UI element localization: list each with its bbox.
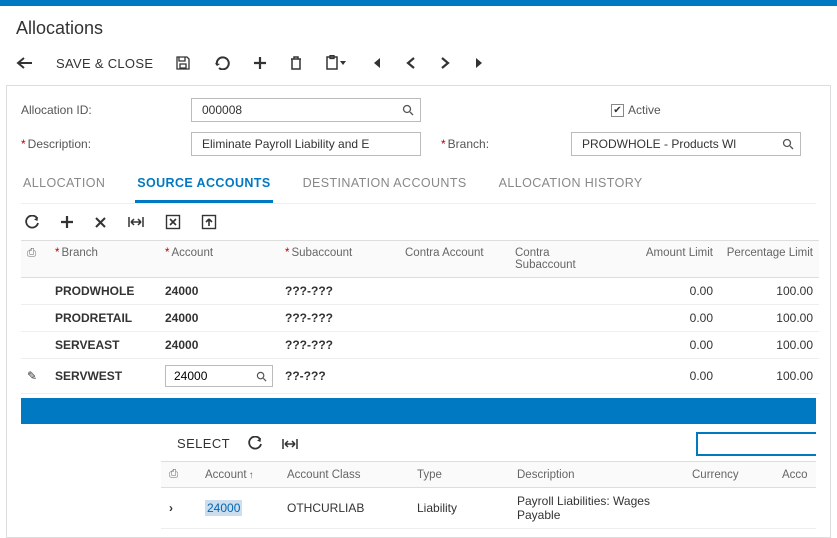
lookup-panel-header <box>21 398 816 424</box>
page-title: Allocations <box>0 6 837 49</box>
tab-allocation-history[interactable]: ALLOCATION HISTORY <box>497 166 645 203</box>
table-row[interactable]: PRODRETAIL 24000 ???-??? 0.00 100.00 <box>21 305 819 332</box>
col-account-class[interactable]: Account Class <box>279 462 409 488</box>
table-row-active[interactable]: ✎ SERVWEST ??-??? 0.00 100.00 <box>21 359 819 394</box>
account-value-selected: 24000 <box>205 500 242 516</box>
account-cell-editor[interactable] <box>165 365 273 387</box>
fit-columns-icon[interactable] <box>127 215 145 229</box>
prev-record-icon[interactable] <box>405 56 417 70</box>
col-account[interactable]: *Account <box>159 241 279 278</box>
col-contra-account[interactable]: Contra Account <box>399 241 509 278</box>
back-icon[interactable] <box>16 56 34 70</box>
checkbox-icon: ✔ <box>611 104 624 117</box>
select-button[interactable]: SELECT <box>177 436 230 451</box>
add-icon[interactable] <box>253 56 267 70</box>
delete-row-icon[interactable] <box>94 216 107 229</box>
lookup-grid: ⎙ Account↑ Account Class Type Descriptio… <box>161 461 816 529</box>
grid-settings-icon[interactable]: ⎙ <box>21 241 35 278</box>
delete-icon[interactable] <box>289 55 303 71</box>
lookup-search-field[interactable] <box>696 432 816 456</box>
col-currency[interactable]: Currency <box>684 462 774 488</box>
lookup-icon[interactable] <box>780 138 796 150</box>
description-label: *Description: <box>21 137 191 151</box>
grid-toolbar <box>21 204 816 240</box>
sort-asc-icon: ↑ <box>249 470 254 481</box>
next-record-icon[interactable] <box>439 56 451 70</box>
branch-label: *Branch: <box>441 137 571 151</box>
account-lookup-panel: SELECT ⎙ Account↑ Acco <box>161 424 816 537</box>
save-and-close-button[interactable]: SAVE & CLOSE <box>56 56 153 71</box>
col-contra-subaccount[interactable]: Contra Subaccount <box>509 241 619 278</box>
branch-field[interactable] <box>571 132 801 156</box>
col-percentage-limit[interactable]: Percentage Limit <box>719 241 819 278</box>
undo-icon[interactable] <box>213 56 231 70</box>
grid-settings-icon[interactable]: ⎙ <box>161 462 179 488</box>
form-panel: Allocation ID: ✔ Active *Description: *B… <box>6 85 831 538</box>
add-row-icon[interactable] <box>60 215 74 229</box>
active-checkbox[interactable]: ✔ Active <box>611 103 661 117</box>
allocation-id-input[interactable] <box>200 102 400 118</box>
main-toolbar: SAVE & CLOSE <box>0 49 837 85</box>
source-accounts-grid: ⎙ *Branch *Account *Subaccount Contra Ac… <box>21 240 819 394</box>
first-record-icon[interactable] <box>369 56 383 70</box>
col-type[interactable]: Type <box>409 462 509 488</box>
col-account[interactable]: Account↑ <box>197 462 279 488</box>
refresh-icon[interactable] <box>248 436 263 451</box>
refresh-icon[interactable] <box>25 215 40 230</box>
tab-bar: ALLOCATION SOURCE ACCOUNTS DESTINATION A… <box>21 166 816 204</box>
lookup-search-input[interactable] <box>704 436 810 452</box>
col-amount-limit[interactable]: Amount Limit <box>619 241 719 278</box>
export-excel-icon[interactable] <box>165 214 181 230</box>
table-row[interactable]: PRODWHOLE 24000 ???-??? 0.00 100.00 <box>21 278 819 305</box>
col-subaccount[interactable]: *Subaccount <box>279 241 399 278</box>
branch-input[interactable] <box>580 136 780 152</box>
tab-allocation[interactable]: ALLOCATION <box>21 166 107 203</box>
last-record-icon[interactable] <box>473 56 487 70</box>
edit-row-marker-icon: ✎ <box>21 359 35 394</box>
col-acco[interactable]: Acco <box>774 462 816 488</box>
allocation-id-label: Allocation ID: <box>21 103 191 117</box>
description-input[interactable] <box>200 136 416 152</box>
table-row[interactable]: SERVEAST 24000 ???-??? 0.00 100.00 <box>21 332 819 359</box>
lookup-icon[interactable] <box>254 371 269 382</box>
tab-source-accounts[interactable]: SOURCE ACCOUNTS <box>135 166 272 203</box>
col-branch[interactable]: *Branch <box>49 241 159 278</box>
allocation-id-field[interactable] <box>191 98 421 122</box>
fit-columns-icon[interactable] <box>281 437 299 451</box>
save-icon[interactable] <box>175 55 191 71</box>
clipboard-dropdown-icon[interactable] <box>325 55 347 71</box>
import-icon[interactable] <box>201 214 217 230</box>
row-selector-icon[interactable]: › <box>161 488 179 529</box>
col-description[interactable]: Description <box>509 462 684 488</box>
description-field[interactable] <box>191 132 421 156</box>
active-label: Active <box>628 103 661 117</box>
lookup-icon[interactable] <box>400 104 416 116</box>
lookup-row[interactable]: › 24000 OTHCURLIAB Liability Payroll Lia… <box>161 488 816 529</box>
tab-destination-accounts[interactable]: DESTINATION ACCOUNTS <box>301 166 469 203</box>
